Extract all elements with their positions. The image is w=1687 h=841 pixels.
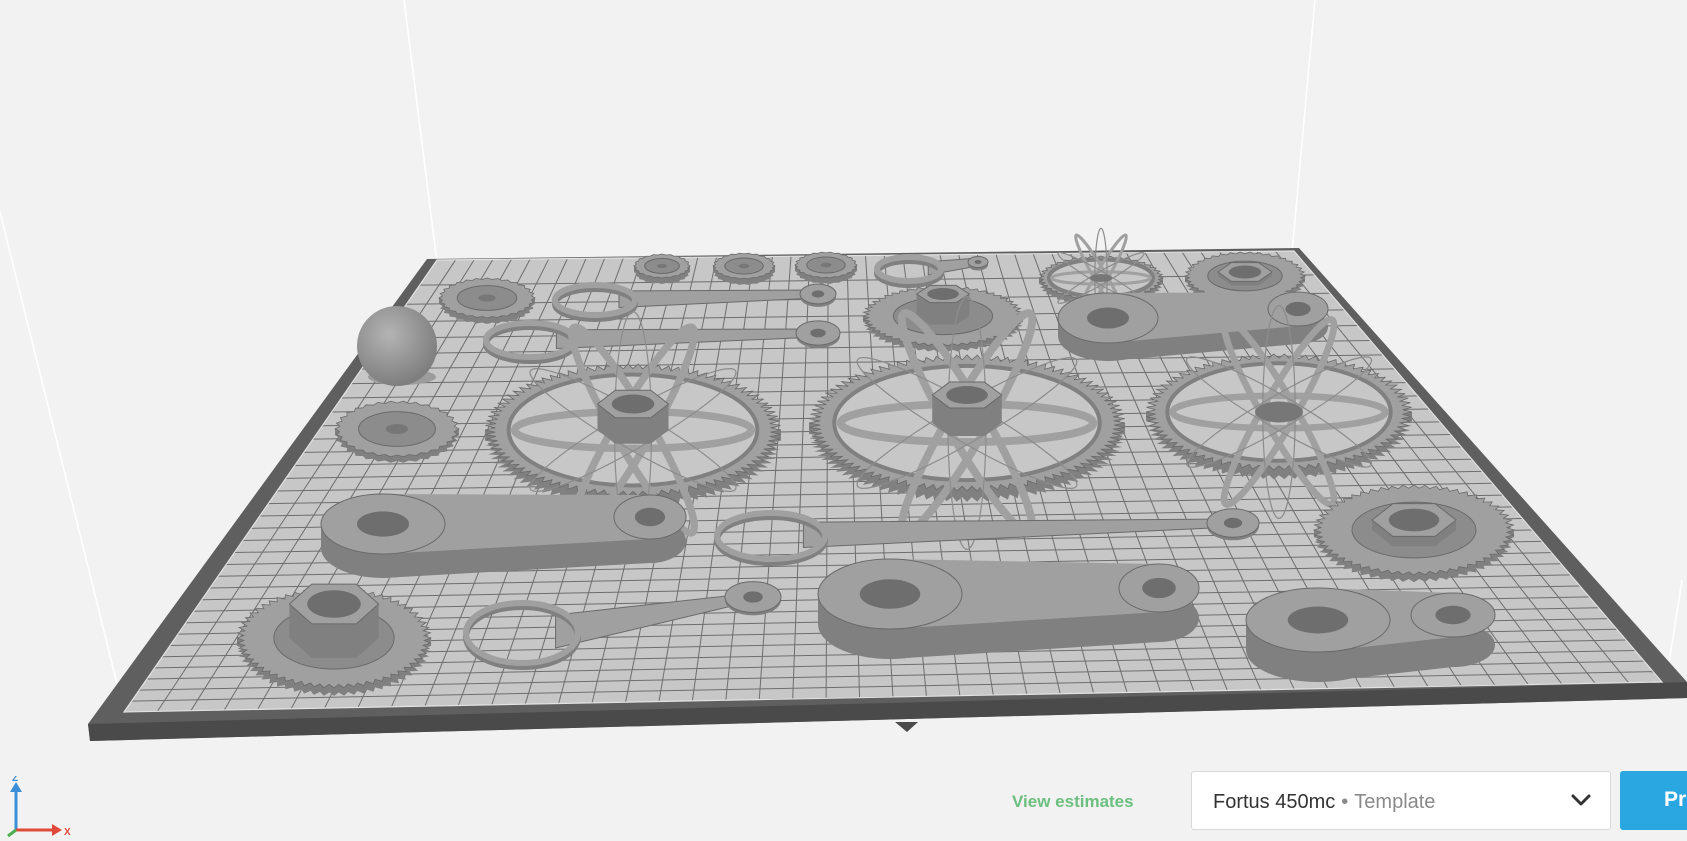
printer-mode: Template: [1354, 791, 1436, 813]
gear-part[interactable]: [633, 253, 691, 284]
print-button[interactable]: Print: [1620, 771, 1687, 830]
sphere-part[interactable]: [357, 306, 437, 386]
build-plate-viewport[interactable]: [0, 0, 1687, 841]
chevron-down-icon: [1571, 794, 1591, 806]
printer-name: Fortus 450mc: [1213, 791, 1336, 813]
x-axis-label: X: [64, 827, 71, 838]
app-window: Z X View estimates Fortus 450mc • Template…: [0, 0, 1687, 841]
printer-separator: •: [1341, 791, 1349, 813]
printer-select-value: Fortus 450mc • Template: [1213, 791, 1435, 814]
view-estimates-link[interactable]: View estimates: [1012, 792, 1134, 812]
gear-part[interactable]: [1312, 484, 1516, 583]
z-axis-label: Z: [12, 776, 18, 784]
printer-select[interactable]: Fortus 450mc • Template: [1191, 771, 1611, 830]
axis-triad: Z X: [7, 776, 71, 838]
